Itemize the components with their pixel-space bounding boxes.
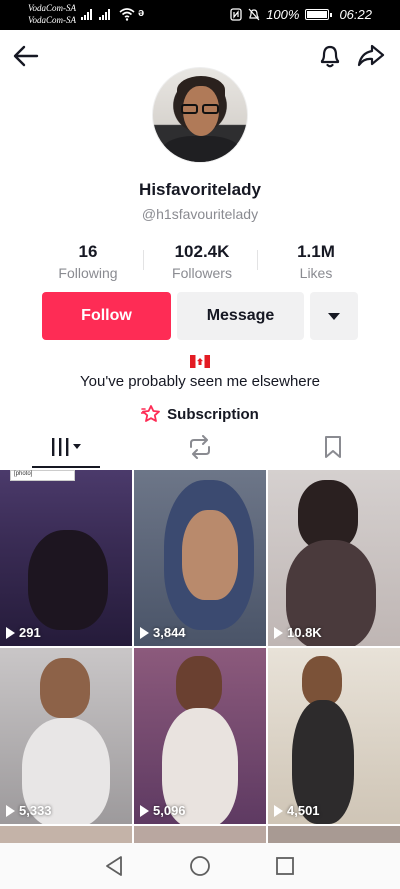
subscription-link[interactable]: Subscription bbox=[0, 405, 400, 423]
tab-favorites[interactable] bbox=[266, 425, 399, 469]
notifications-button[interactable] bbox=[314, 40, 346, 72]
tab-videos[interactable] bbox=[0, 425, 133, 469]
video-tile[interactable]: 3,844 bbox=[134, 470, 266, 646]
video-tile[interactable]: 4,501 bbox=[268, 648, 400, 824]
status-right: 100% 06:22 bbox=[230, 7, 372, 22]
view-count-value: 5,096 bbox=[153, 803, 186, 818]
more-options-button[interactable] bbox=[310, 292, 358, 340]
play-icon bbox=[274, 626, 283, 639]
carrier-labels: VodaCom-SA VodaCom-SA bbox=[28, 2, 76, 26]
grid-icon bbox=[51, 438, 81, 456]
status-bar: VodaCom-SA VodaCom-SA ǝ 100% 06:22 bbox=[0, 0, 400, 30]
notification-icon: ǝ bbox=[138, 7, 145, 19]
carrier-2: VodaCom-SA bbox=[28, 15, 76, 25]
avatar[interactable] bbox=[152, 67, 248, 163]
stat-label: Following bbox=[58, 265, 118, 281]
stat-following[interactable]: 16 Following bbox=[31, 242, 145, 281]
stat-value: 102.4K bbox=[174, 242, 230, 261]
play-icon bbox=[274, 804, 283, 817]
view-count: 4,501 bbox=[274, 803, 320, 818]
bell-icon bbox=[320, 45, 340, 68]
view-count-value: 3,844 bbox=[153, 625, 186, 640]
video-tile[interactable]: 5,096 bbox=[134, 648, 266, 824]
active-tab-indicator bbox=[32, 466, 100, 468]
clock: 06:22 bbox=[339, 7, 372, 22]
view-count-value: 4,501 bbox=[287, 803, 320, 818]
tab-reposts[interactable] bbox=[133, 425, 266, 469]
repost-icon bbox=[189, 435, 210, 459]
stat-followers[interactable]: 102.4K Followers bbox=[145, 242, 259, 281]
battery-percent: 100% bbox=[266, 7, 300, 22]
view-count-value: 5,333 bbox=[19, 803, 52, 818]
stat-divider bbox=[143, 250, 144, 270]
back-button[interactable] bbox=[10, 40, 42, 72]
wifi-icon bbox=[119, 8, 135, 21]
signal-2-icon bbox=[99, 9, 110, 20]
video-tile[interactable]: 10.8K bbox=[268, 470, 400, 646]
play-icon bbox=[140, 626, 149, 639]
view-count: 291 bbox=[6, 625, 41, 640]
nfc-icon bbox=[230, 8, 242, 21]
subscription-star-icon bbox=[141, 405, 161, 422]
system-nav-bar bbox=[0, 843, 400, 889]
video-tile[interactable]: [photo] 291 bbox=[0, 470, 132, 646]
play-icon bbox=[6, 626, 15, 639]
message-button[interactable]: Message bbox=[177, 292, 304, 340]
signal-1-icon bbox=[81, 9, 92, 20]
back-arrow-icon bbox=[13, 45, 39, 67]
stat-divider bbox=[257, 250, 258, 270]
username: @h1sfavouritelady bbox=[141, 206, 259, 222]
photo-tag: [photo] bbox=[10, 470, 75, 481]
view-count: 5,096 bbox=[140, 803, 186, 818]
stat-value: 16 bbox=[78, 242, 98, 261]
carrier-1: VodaCom-SA bbox=[28, 3, 76, 13]
view-count: 5,333 bbox=[6, 803, 52, 818]
view-count-value: 291 bbox=[19, 625, 41, 640]
bio-text: You've probably seen me elsewhere bbox=[80, 373, 320, 390]
subscription-label: Subscription bbox=[167, 405, 259, 423]
play-icon bbox=[140, 804, 149, 817]
nav-home-icon[interactable] bbox=[189, 855, 211, 877]
stat-label: Followers bbox=[172, 265, 232, 281]
caret-down-icon bbox=[328, 312, 340, 320]
stat-value: 1.1M bbox=[297, 242, 335, 261]
nav-recents-icon[interactable] bbox=[275, 856, 295, 876]
share-icon bbox=[357, 44, 385, 67]
content-tabs bbox=[0, 425, 400, 469]
nav-back-icon[interactable] bbox=[104, 855, 124, 877]
battery-icon bbox=[305, 9, 333, 20]
canada-flag-icon bbox=[190, 355, 210, 368]
share-button[interactable] bbox=[355, 40, 387, 72]
stat-label: Likes bbox=[299, 265, 333, 281]
display-name: Hisfavoritelady bbox=[139, 180, 261, 199]
view-count: 3,844 bbox=[140, 625, 186, 640]
follow-button[interactable]: Follow bbox=[42, 292, 171, 340]
bookmark-icon bbox=[324, 436, 341, 458]
stat-likes[interactable]: 1.1M Likes bbox=[259, 242, 373, 281]
view-count-value: 10.8K bbox=[287, 625, 322, 640]
mute-bell-icon bbox=[248, 8, 260, 21]
play-icon bbox=[6, 804, 15, 817]
view-count: 10.8K bbox=[274, 625, 322, 640]
profile-stats: 16 Following 102.4K Followers 1.1M Likes bbox=[0, 242, 400, 281]
video-tile[interactable]: 5,333 bbox=[0, 648, 132, 824]
